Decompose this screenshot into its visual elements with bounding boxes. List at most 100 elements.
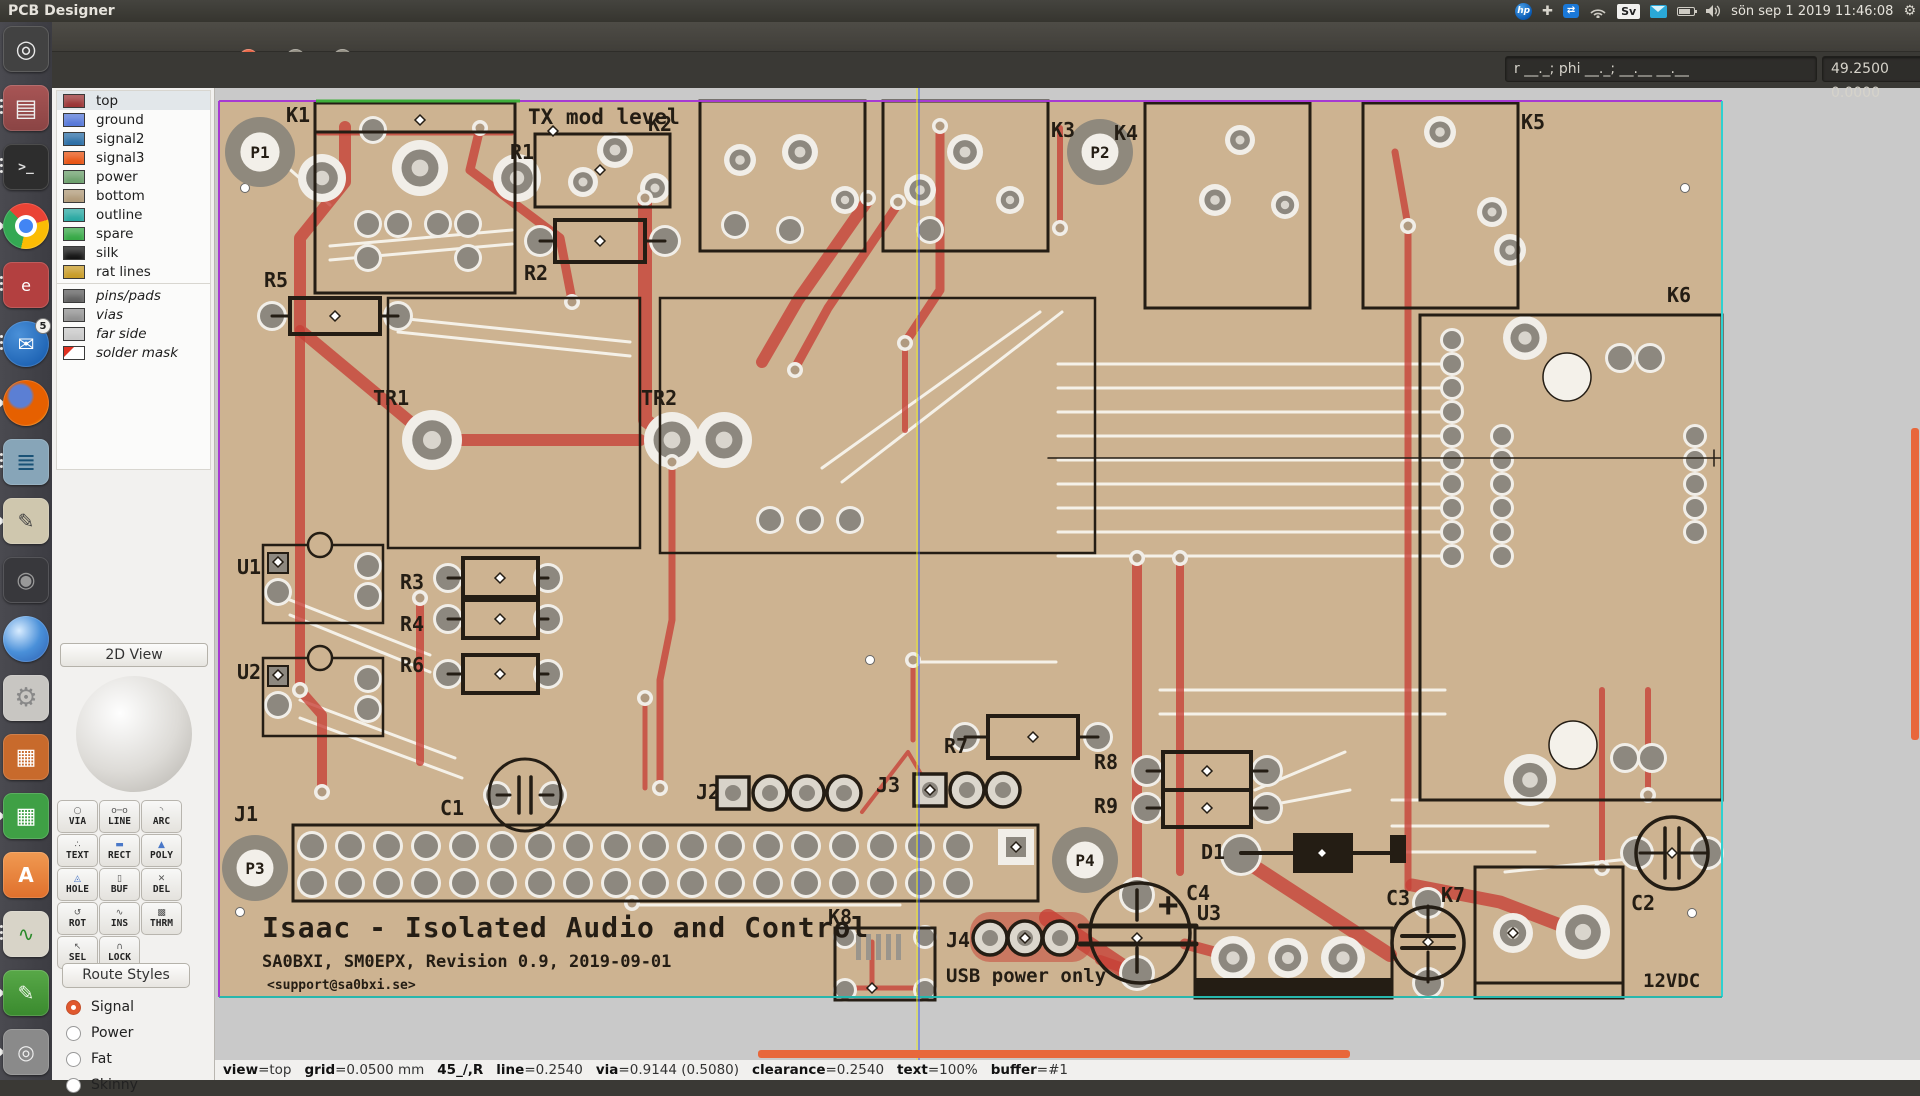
tool-arc-button[interactable]: ◝ARC bbox=[141, 800, 182, 833]
layer-item-signal3[interactable]: signal3 bbox=[57, 148, 210, 167]
octagon-pad bbox=[762, 785, 778, 801]
layer-item-solder-mask[interactable]: solder mask bbox=[57, 343, 210, 362]
wifi-icon[interactable] bbox=[1589, 4, 1607, 18]
layer-item-power[interactable]: power bbox=[57, 167, 210, 186]
layer-label: bottom bbox=[96, 188, 145, 204]
launcher-item-firefox[interactable] bbox=[0, 378, 52, 430]
layer-color-swatch[interactable] bbox=[63, 308, 85, 322]
layer-item-top[interactable]: top bbox=[57, 91, 210, 110]
launcher-item-gschem[interactable]: ∿ bbox=[0, 909, 52, 961]
2d-view-button[interactable]: 2D View bbox=[60, 643, 208, 667]
launcher-item-google-earth[interactable] bbox=[0, 614, 52, 666]
header-pad bbox=[908, 834, 932, 858]
connector-pad bbox=[1493, 427, 1511, 445]
route-style-fat[interactable]: Fat bbox=[66, 1048, 112, 1070]
layer-item-spare[interactable]: spare bbox=[57, 224, 210, 243]
layer-item-rat-lines[interactable]: rat lines bbox=[57, 262, 210, 281]
radio-selected-icon[interactable] bbox=[66, 1000, 81, 1015]
layer-item-ground[interactable]: ground bbox=[57, 110, 210, 129]
layer-label: vias bbox=[96, 307, 123, 323]
launcher-item-system-tools[interactable]: ⚙ bbox=[0, 673, 52, 725]
header-pad bbox=[528, 871, 552, 895]
layer-color-swatch[interactable] bbox=[63, 113, 85, 127]
launcher-item-safe[interactable]: ◉ bbox=[0, 555, 52, 607]
tool-ins-button[interactable]: ∿INS bbox=[99, 902, 140, 935]
teamviewer-tray-icon[interactable]: ⇄ bbox=[1563, 4, 1579, 18]
3d-preview-sphere[interactable] bbox=[76, 676, 192, 792]
horizontal-scrollbar[interactable] bbox=[758, 1050, 1350, 1058]
launcher-item-ubuntu-dash[interactable]: ◎ bbox=[0, 24, 52, 76]
silk-text: SA0BXI, SM0EPX, Revision 0.9, 2019-09-01 bbox=[262, 952, 671, 972]
vertical-scrollbar[interactable] bbox=[1911, 428, 1919, 740]
layer-color-swatch[interactable] bbox=[63, 151, 85, 165]
pad bbox=[412, 160, 429, 177]
layer-item-silk[interactable]: silk bbox=[57, 243, 210, 262]
layer-color-swatch[interactable] bbox=[63, 170, 85, 184]
pad bbox=[357, 247, 379, 269]
tool-hole-button[interactable]: ◬HOLE bbox=[57, 868, 98, 901]
plugin-tray-icon[interactable]: ✚ bbox=[1542, 4, 1553, 19]
tool-buf-button[interactable]: ▯BUF bbox=[99, 868, 140, 901]
volume-icon[interactable] bbox=[1705, 4, 1721, 18]
layer-color-swatch[interactable] bbox=[63, 132, 85, 146]
launcher-item-chrome[interactable] bbox=[0, 201, 52, 253]
tool-text-button[interactable]: ∴TEXT bbox=[57, 834, 98, 867]
ic-notch bbox=[308, 533, 332, 557]
launcher-item-file-manager[interactable]: ▤ bbox=[0, 83, 52, 135]
layer-color-swatch[interactable] bbox=[63, 94, 85, 108]
route-style-skinny[interactable]: Skinny bbox=[66, 1074, 138, 1096]
layer-color-swatch[interactable] bbox=[63, 246, 85, 260]
tool-via-button[interactable]: ○VIA bbox=[57, 800, 98, 833]
via bbox=[641, 194, 650, 203]
route-style-signal[interactable]: Signal bbox=[66, 996, 134, 1018]
tool-poly-button[interactable]: ▲POLY bbox=[141, 834, 182, 867]
layer-color-swatch[interactable] bbox=[63, 208, 85, 222]
tool-thrm-icon: ▩ bbox=[157, 909, 166, 918]
tool-rot-button[interactable]: ↺ROT bbox=[57, 902, 98, 935]
tool-rect-button[interactable]: ▬RECT bbox=[99, 834, 140, 867]
hp-tray-icon[interactable]: hp bbox=[1515, 3, 1532, 20]
window-titlebar[interactable]: ✕ – ▢ isaac (isaac/isaac-0.9.pcb) - PCB bbox=[52, 22, 1920, 52]
session-gear-icon[interactable]: ⚙ bbox=[1903, 3, 1916, 19]
radio-unselected-icon[interactable] bbox=[66, 1052, 81, 1067]
layer-color-swatch[interactable] bbox=[63, 289, 85, 303]
launcher-item-terminal[interactable]: >_ bbox=[0, 142, 52, 194]
status-segment: via=0.9144 (0.5080) bbox=[596, 1062, 739, 1078]
mail-icon[interactable] bbox=[1650, 5, 1667, 18]
layer-item-bottom[interactable]: bottom bbox=[57, 186, 210, 205]
keyboard-layout-indicator[interactable]: Sv bbox=[1617, 4, 1640, 19]
tool-thrm-button[interactable]: ▩THRM bbox=[141, 902, 182, 935]
layer-color-swatch[interactable] bbox=[63, 265, 85, 279]
tool-line-button[interactable]: o─oLINE bbox=[99, 800, 140, 833]
layer-item-pins-pads[interactable]: pins/pads bbox=[57, 286, 210, 305]
launcher-item-thunderbird[interactable]: ✉5 bbox=[0, 319, 52, 371]
layer-item-far-side[interactable]: far side bbox=[57, 324, 210, 343]
launcher-item-notes[interactable]: ✎ bbox=[0, 496, 52, 548]
launcher-item-document-viewer[interactable]: e bbox=[0, 260, 52, 312]
launcher-item-pcb-editor[interactable]: ✎ bbox=[0, 968, 52, 1020]
layer-item-vias[interactable]: vias bbox=[57, 305, 210, 324]
route-styles-button[interactable]: Route Styles bbox=[62, 963, 190, 988]
pcb-canvas[interactable]: P1P2P3P4K1K2K3K4K5K6K7K8R1R2R3R4R5R6R7R8… bbox=[215, 88, 1920, 1060]
launcher-item-image-viewer[interactable]: ◎ bbox=[0, 1027, 52, 1079]
launcher-item-libreoffice-writer[interactable]: ≣ bbox=[0, 437, 52, 489]
refdes-D1: D1 bbox=[1201, 840, 1225, 864]
tool-del-button[interactable]: ✕DEL bbox=[141, 868, 182, 901]
layer-item-outline[interactable]: outline bbox=[57, 205, 210, 224]
via bbox=[791, 366, 800, 375]
layer-item-signal2[interactable]: signal2 bbox=[57, 129, 210, 148]
launcher-item-libreoffice-calc[interactable]: ▦ bbox=[0, 791, 52, 843]
route-style-power[interactable]: Power bbox=[66, 1022, 133, 1044]
radio-unselected-icon[interactable] bbox=[66, 1026, 81, 1041]
battery-icon[interactable] bbox=[1677, 7, 1695, 16]
layer-color-swatch[interactable] bbox=[63, 327, 85, 341]
image-viewer-icon: ◎ bbox=[3, 1029, 49, 1075]
clock[interactable]: sön sep 1 2019 11:46:08 bbox=[1731, 4, 1893, 19]
component-body bbox=[1390, 835, 1406, 863]
layer-color-swatch[interactable] bbox=[63, 189, 85, 203]
layer-color-swatch[interactable] bbox=[63, 346, 85, 360]
launcher-item-libreoffice-impress[interactable]: ▦ bbox=[0, 732, 52, 784]
launcher-item-ubuntu-software[interactable]: A bbox=[0, 850, 52, 902]
layer-color-swatch[interactable] bbox=[63, 227, 85, 241]
terminal-icon: >_ bbox=[3, 144, 49, 190]
